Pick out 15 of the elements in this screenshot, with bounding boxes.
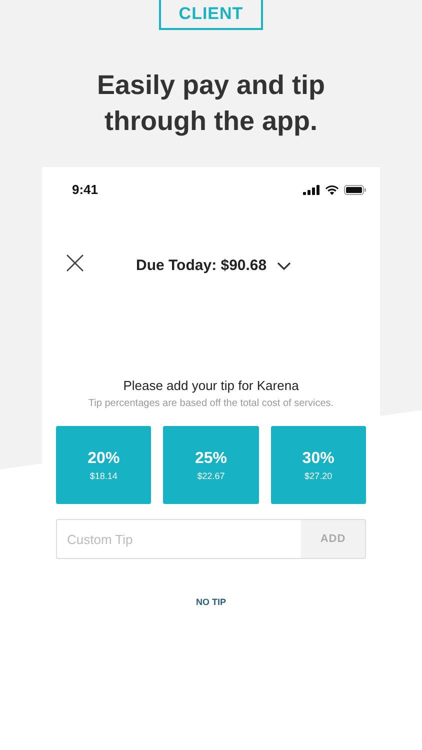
tip-option-button[interactable]: 25% $22.67	[163, 426, 259, 504]
wifi-icon	[325, 184, 339, 194]
signal-icon	[303, 184, 320, 194]
headline: Easily pay and tip through the app.	[96, 69, 326, 138]
tip-prompt-subtitle: Tip percentages are based off the total cost of services.	[87, 398, 335, 409]
close-icon[interactable]	[66, 254, 84, 272]
tip-option-button[interactable]: 20% $18.14	[56, 426, 152, 504]
client-badge: CLIENT	[158, 0, 264, 30]
status-time: 9:41	[72, 182, 98, 197]
due-today-dropdown[interactable]: Due Today: $90.68	[136, 257, 291, 274]
chevron-down-icon	[276, 262, 291, 270]
battery-icon	[344, 184, 366, 194]
tip-prompt-title: Please add your tip for Karena	[122, 378, 300, 393]
tip-option-button[interactable]: 30% $27.20	[270, 426, 366, 504]
no-tip-link[interactable]: NO TIP	[196, 597, 226, 607]
